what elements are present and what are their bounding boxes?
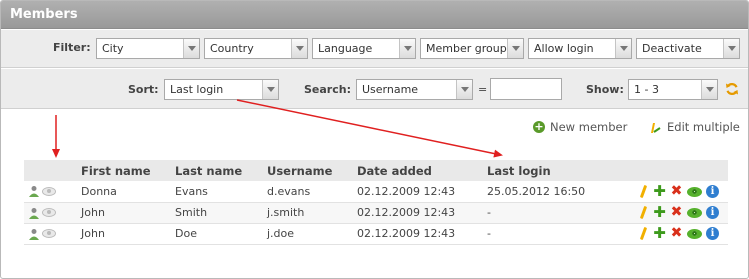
cell-first-name: Donna bbox=[81, 181, 175, 203]
sort-select[interactable]: Last login bbox=[164, 79, 279, 100]
edit-pencil-icon[interactable] bbox=[639, 205, 648, 220]
members-table: First name Last name Username Date added… bbox=[24, 160, 728, 245]
show-range-select[interactable]: 1 - 3 bbox=[628, 79, 718, 100]
panel-title: Members bbox=[10, 7, 78, 22]
search-label: Search: bbox=[304, 83, 351, 96]
filter-bar: Filter: City Country Language Member gro… bbox=[1, 30, 748, 68]
preview-eye-icon[interactable] bbox=[42, 229, 56, 238]
country-select[interactable]: Country bbox=[204, 38, 308, 59]
cell-first-name: John bbox=[81, 202, 175, 224]
edit-pencil-icon[interactable] bbox=[639, 184, 648, 198]
deactivate-select[interactable]: Deactivate bbox=[636, 38, 740, 59]
cell-last-login: - bbox=[487, 202, 637, 224]
header-last-name[interactable]: Last name bbox=[175, 160, 267, 181]
equals-sign: = bbox=[478, 83, 488, 96]
allow-login-select-value: Allow login bbox=[534, 42, 594, 55]
search-field-value: Username bbox=[362, 83, 419, 96]
show-range-value: 1 - 3 bbox=[634, 83, 659, 96]
cell-username: d.evans bbox=[267, 181, 357, 203]
chevron-down-icon[interactable] bbox=[183, 39, 199, 58]
members-panel: Members Filter: City Country Language Me… bbox=[0, 0, 749, 279]
chevron-down-icon[interactable] bbox=[456, 80, 472, 99]
cell-date-added: 02.12.2009 12:43 bbox=[357, 202, 487, 224]
header-date-added[interactable]: Date added bbox=[357, 160, 487, 181]
delete-x-icon[interactable]: ✖ bbox=[670, 184, 683, 198]
edit-multiple-button[interactable]: Edit multiple bbox=[648, 120, 740, 134]
cell-last-name: Doe bbox=[175, 223, 267, 245]
cell-date-added: 02.12.2009 12:43 bbox=[357, 223, 487, 245]
view-eye-icon[interactable] bbox=[687, 186, 702, 197]
panel-title-bar: Members bbox=[1, 1, 748, 29]
chevron-down-icon[interactable] bbox=[701, 80, 717, 99]
chevron-down-icon[interactable] bbox=[262, 80, 278, 99]
cell-username: j.smith bbox=[267, 202, 357, 224]
cell-first-name: John bbox=[81, 223, 175, 245]
sort-label: Sort: bbox=[128, 83, 159, 96]
header-last-login[interactable]: Last login bbox=[487, 160, 637, 181]
chevron-down-icon[interactable] bbox=[399, 39, 415, 58]
view-eye-icon[interactable] bbox=[687, 208, 702, 218]
add-circle-icon: + bbox=[533, 120, 545, 133]
city-select-value: City bbox=[102, 42, 124, 55]
sort-search-bar: Sort: Last login Search: Username = Show… bbox=[1, 69, 748, 109]
filter-label: Filter: bbox=[53, 41, 91, 54]
refresh-icon[interactable] bbox=[725, 82, 739, 96]
edit-multiple-icon bbox=[651, 123, 661, 133]
member-groups-select[interactable]: Member groups bbox=[420, 38, 524, 59]
header-actions bbox=[637, 160, 728, 181]
chevron-down-icon[interactable] bbox=[723, 39, 739, 58]
info-icon[interactable]: i bbox=[706, 184, 719, 198]
edit-pencil-icon[interactable] bbox=[639, 226, 648, 241]
new-member-label: New member bbox=[550, 120, 628, 134]
login-as-user-icon[interactable] bbox=[28, 185, 40, 198]
info-icon[interactable]: i bbox=[706, 206, 719, 219]
header-first-name[interactable]: First name bbox=[81, 160, 175, 181]
cell-last-login: 25.05.2012 16:50 bbox=[487, 181, 637, 203]
table-row: John Doe j.doe 02.12.2009 12:43 - ✚ ✖ i bbox=[24, 223, 728, 245]
cell-last-name: Evans bbox=[175, 181, 267, 203]
language-select[interactable]: Language bbox=[312, 38, 416, 59]
delete-x-icon[interactable]: ✖ bbox=[670, 205, 683, 219]
table-header-row: First name Last name Username Date added… bbox=[24, 160, 728, 181]
add-plus-icon[interactable]: ✚ bbox=[653, 226, 666, 241]
show-label: Show: bbox=[586, 83, 624, 96]
chevron-down-icon[interactable] bbox=[291, 39, 307, 58]
city-select[interactable]: City bbox=[96, 38, 200, 59]
table-row: John Smith j.smith 02.12.2009 12:43 - ✚ … bbox=[24, 202, 728, 224]
chevron-down-icon[interactable] bbox=[507, 39, 523, 58]
table-row: Donna Evans d.evans 02.12.2009 12:43 25.… bbox=[24, 181, 728, 203]
sort-select-value: Last login bbox=[170, 83, 224, 96]
chevron-down-icon[interactable] bbox=[615, 39, 631, 58]
view-eye-icon[interactable] bbox=[687, 229, 702, 239]
login-as-user-icon[interactable] bbox=[28, 228, 40, 240]
cell-last-login: - bbox=[487, 223, 637, 245]
member-groups-select-value: Member groups bbox=[426, 42, 513, 55]
country-select-value: Country bbox=[210, 42, 254, 55]
login-as-user-icon[interactable] bbox=[28, 207, 40, 219]
search-field-select[interactable]: Username bbox=[356, 79, 473, 100]
search-input[interactable] bbox=[490, 78, 562, 100]
allow-login-select[interactable]: Allow login bbox=[528, 38, 632, 59]
add-plus-icon[interactable]: ✚ bbox=[653, 183, 666, 198]
add-plus-icon[interactable]: ✚ bbox=[653, 205, 666, 220]
new-member-button[interactable]: + New member bbox=[533, 120, 627, 134]
info-icon[interactable]: i bbox=[706, 227, 719, 240]
header-username[interactable]: Username bbox=[267, 160, 357, 181]
preview-eye-icon[interactable] bbox=[42, 208, 56, 217]
cell-date-added: 02.12.2009 12:43 bbox=[357, 181, 487, 203]
deactivate-select-value: Deactivate bbox=[642, 42, 702, 55]
header-icons bbox=[24, 160, 81, 181]
preview-eye-icon[interactable] bbox=[42, 186, 56, 196]
cell-last-name: Smith bbox=[175, 202, 267, 224]
delete-x-icon[interactable]: ✖ bbox=[670, 226, 683, 240]
cell-username: j.doe bbox=[267, 223, 357, 245]
edit-multiple-label: Edit multiple bbox=[667, 120, 740, 134]
language-select-value: Language bbox=[318, 42, 373, 55]
